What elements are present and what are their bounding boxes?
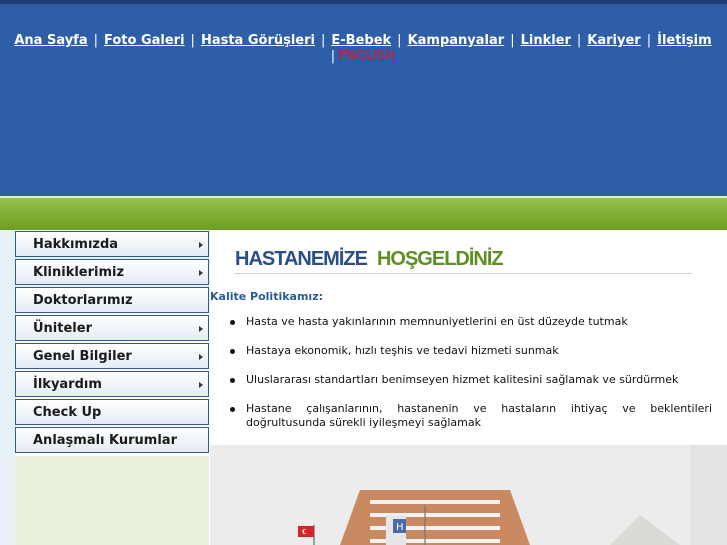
sidebar-item-label: Hakkımızda: [33, 237, 119, 252]
welcome-heading: HASTANEMİZE HOŞGELDİNİZ: [235, 248, 504, 271]
nav-separator: |: [190, 33, 195, 48]
nav-link-linkler[interactable]: Linkler: [521, 33, 571, 48]
sidebar-filler: [15, 456, 209, 545]
bullet-icon: [230, 349, 235, 354]
welcome-heading-part2: HOŞGELDİNİZ: [376, 248, 504, 270]
list-item: Hastane çalışanlarının, hastanenin ve ha…: [230, 402, 712, 430]
sidebar-item-ilkyardim[interactable]: İlkyardım: [15, 371, 209, 397]
left-margin: [0, 230, 16, 545]
nav-link-foto-galeri[interactable]: Foto Galeri: [104, 33, 185, 48]
policy-text: Hasta ve hasta yakınlarının memnuniyetle…: [246, 315, 628, 328]
building-facade: [340, 490, 530, 545]
sidebar-item-doktorlarimiz[interactable]: Doktorlarımız: [15, 287, 209, 313]
heading-underline: [235, 273, 692, 274]
nav-separator: |: [646, 33, 652, 48]
sidebar-item-hakkimizda[interactable]: Hakkımızda: [15, 231, 209, 257]
green-band: [0, 198, 727, 230]
chevron-right-icon: [199, 382, 203, 388]
sidebar-item-anlasmali-kurumlar[interactable]: Anlaşmalı Kurumlar: [15, 427, 209, 453]
list-item: Uluslararası standartları benimseyen hiz…: [230, 373, 712, 387]
sidebar-item-label: Doktorlarımız: [33, 293, 133, 308]
nav-separator: |: [397, 33, 402, 48]
header: Ana Sayfa | Foto Galeri | Hasta Görüşleri | E-…: [0, 4, 727, 196]
hospital-sign-letter: H: [396, 522, 404, 533]
nav-link-iletisim[interactable]: İletişim: [657, 33, 712, 48]
nav-separator: |: [321, 33, 326, 48]
policy-text: Uluslararası standartları benimseyen hiz…: [246, 373, 679, 386]
bullet-icon: [230, 407, 235, 412]
sidebar-item-genel-bilgiler[interactable]: Genel Bilgiler: [15, 343, 209, 369]
bullet-icon: [230, 320, 235, 325]
sidebar-item-label: İlkyardım: [33, 377, 102, 392]
policy-text: Hastaya ekonomik, hızlı teşhis ve tedavi…: [246, 344, 559, 357]
main-content: HASTANEMİZE HOŞGELDİNİZ Kalite Politikamı…: [210, 230, 727, 545]
chevron-right-icon: [199, 354, 203, 360]
sidebar-item-label: Üniteler: [33, 321, 92, 336]
nav-separator: |: [93, 33, 98, 48]
welcome-heading-part1: HASTANEMİZE: [235, 248, 368, 270]
policy-text: Hastane çalışanlarının, hastanenin ve ha…: [246, 402, 712, 429]
sidebar-item-label: Anlaşmalı Kurumlar: [33, 433, 177, 448]
chevron-right-icon: [199, 270, 203, 276]
list-item: Hasta ve hasta yakınlarının memnuniyetle…: [230, 315, 712, 329]
bullet-icon: [230, 378, 235, 383]
nav-link-e-bebek[interactable]: E-Bebek: [331, 33, 391, 48]
nav-link-english[interactable]: ENGLISH: [338, 49, 395, 64]
nav-link-hasta-gorusleri[interactable]: Hasta Görüşleri: [201, 33, 315, 48]
sidebar-menu: Hakkımızda Kliniklerimiz Doktorlarımız Ü…: [15, 231, 209, 455]
chevron-right-icon: [199, 326, 203, 332]
sidebar-item-check-up[interactable]: Check Up: [15, 399, 209, 425]
hospital-photo: H: [210, 445, 727, 545]
policy-list: Hasta ve hasta yakınlarının memnuniyetle…: [230, 315, 712, 445]
nav-separator: |: [510, 33, 515, 48]
policy-title: Kalite Politikamız:: [210, 290, 323, 303]
sidebar-item-kliniklerimiz[interactable]: Kliniklerimiz: [15, 259, 209, 285]
nav-link-kampanyalar[interactable]: Kampanyalar: [408, 33, 505, 48]
nav-link-kariyer[interactable]: Kariyer: [587, 33, 640, 48]
list-item: Hastaya ekonomik, hızlı teşhis ve tedavi…: [230, 344, 712, 358]
sidebar-item-label: Genel Bilgiler: [33, 349, 132, 364]
chevron-right-icon: [199, 242, 203, 248]
sidebar-item-uniteler[interactable]: Üniteler: [15, 315, 209, 341]
hospital-building-image: H: [210, 445, 727, 545]
sidebar-item-label: Check Up: [33, 405, 102, 420]
sidebar-item-label: Kliniklerimiz: [33, 265, 125, 280]
nav-separator: |: [576, 33, 582, 48]
nav-link-ana-sayfa[interactable]: Ana Sayfa: [14, 33, 87, 48]
top-nav: Ana Sayfa | Foto Galeri | Hasta Görüşleri | E-…: [8, 33, 718, 65]
